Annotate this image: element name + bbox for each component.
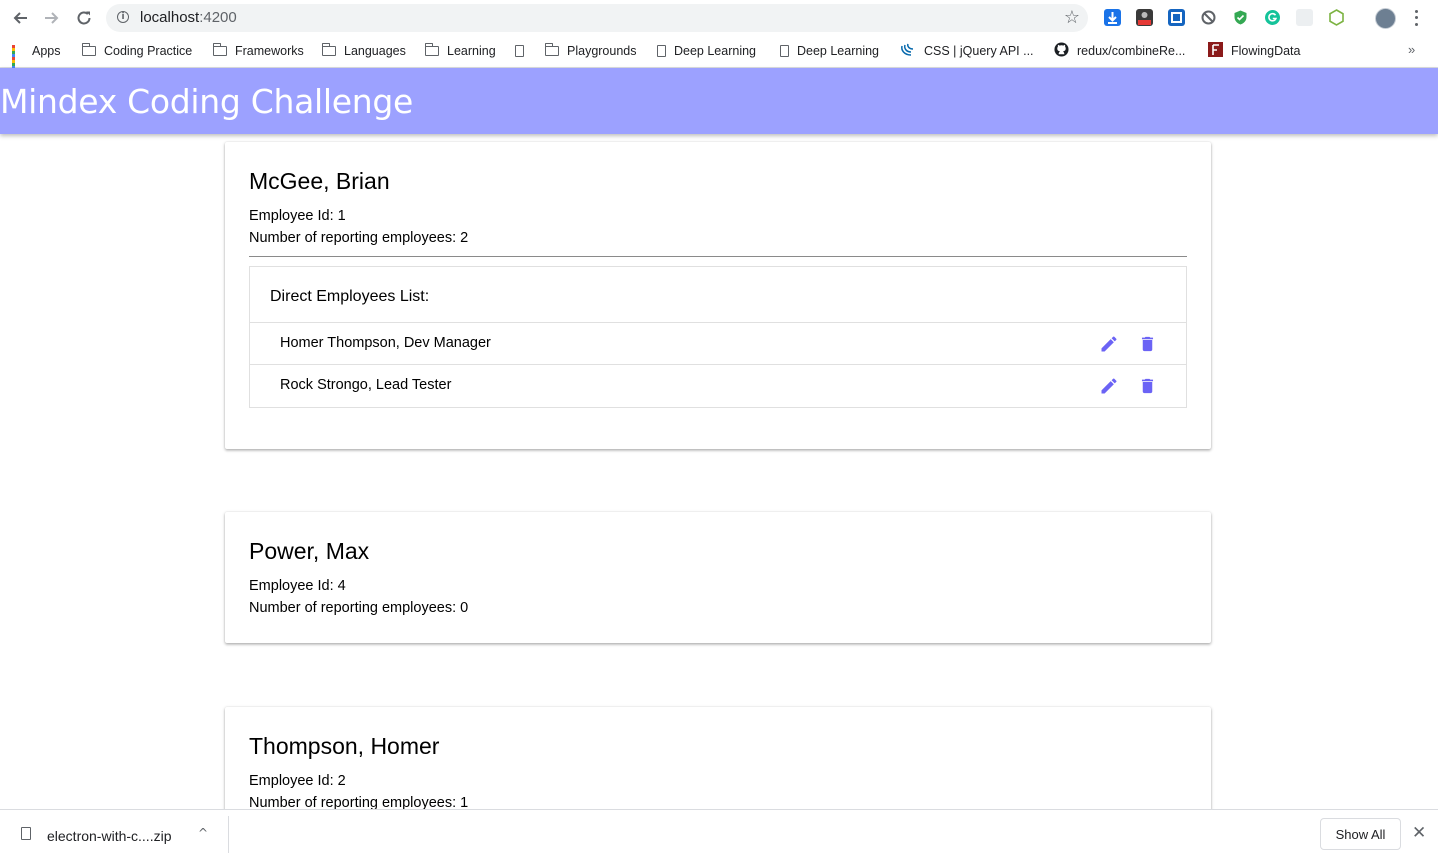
reload-icon[interactable] [72,7,96,29]
bookmark-redux[interactable]: redux/combineRe... [1054,42,1185,60]
bookmark-coding-practice[interactable]: Coding Practice [81,42,193,60]
folder-icon [424,43,439,56]
download-extension-icon[interactable] [1104,9,1121,26]
bookmark-label: Frameworks [235,44,304,58]
employee-name: McGee, Brian [249,168,390,194]
employee-card: Power, Max Employee Id: 4 Number of repo… [225,512,1211,643]
direct-reports-list: Direct Employees List: Homer Thompson, D… [249,266,1187,408]
nodejs-extension-icon[interactable] [1328,9,1345,26]
delete-trash-icon[interactable] [1136,375,1158,397]
folder-icon [81,43,96,56]
employee-id: Employee Id: 4 [249,578,346,594]
file-icon [21,827,31,840]
bookmarks-overflow-icon[interactable]: » [1408,42,1415,57]
bookmark-learning[interactable]: Learning [424,42,496,60]
show-all-button[interactable]: Show All [1320,818,1401,850]
list-item: Homer Thompson, Dev Manager [250,323,1186,365]
pocket-extension-icon[interactable] [1168,9,1185,26]
bookmark-label: Apps [32,44,61,58]
bookmark-star-icon[interactable]: ☆ [1064,7,1080,28]
download-shelf: electron-with-c....zip ^ Show All ✕ [0,809,1438,859]
employee-name: Thompson, Homer [249,733,440,759]
address-url: localhost:4200 [140,9,237,26]
bookmark-label: CSS | jQuery API ... [924,44,1034,58]
edit-pencil-icon[interactable] [1098,375,1120,397]
employee-id: Employee Id: 2 [249,773,346,789]
bookmark-label: Languages [344,44,406,58]
bookmark-frameworks[interactable]: Frameworks [212,42,304,60]
profile-avatar[interactable] [1375,8,1396,29]
bookmark-label: Deep Learning [674,44,757,58]
folder-icon [321,43,336,56]
bookmark-apps[interactable]: Apps [12,42,61,72]
bookmark-label: Deep Learning [797,44,880,58]
card-divider [249,256,1187,257]
page-icon [657,45,666,57]
chevron-up-icon[interactable]: ^ [198,826,208,840]
bookmark-deep-learning-2[interactable]: Deep Learning [780,42,879,60]
download-file-name[interactable]: electron-with-c....zip [47,828,171,844]
bookmark-flowingdata[interactable]: FlowingData [1208,42,1300,60]
bookmark-untitled-page[interactable] [515,42,532,60]
bookmarks-bar: Apps Coding Practice Frameworks Language… [0,36,1438,72]
address-bar[interactable]: i localhost:4200 ☆ [106,4,1088,32]
block-extension-icon[interactable] [1200,9,1217,26]
direct-reports-title: Direct Employees List: [250,267,1186,323]
bookmark-css-jquery[interactable]: CSS | jQuery API ... [900,42,1034,60]
folder-icon [544,43,559,56]
delete-trash-icon[interactable] [1136,333,1158,355]
grammarly-extension-icon[interactable] [1264,9,1281,26]
back-arrow-icon[interactable] [8,7,32,29]
close-icon[interactable]: ✕ [1412,823,1426,843]
bookmark-label: Coding Practice [104,44,193,58]
app-header: Mindex Coding Challenge [0,68,1438,134]
bookmark-deep-learning-1[interactable]: Deep Learning [657,42,756,60]
bookmark-label: Playgrounds [567,44,637,58]
folder-icon [212,43,227,56]
employee-card: McGee, Brian Employee Id: 1 Number of re… [225,142,1211,449]
apps-icon [12,45,24,72]
browser-toolbar: i localhost:4200 ☆ [0,0,1438,36]
page-icon [515,45,524,57]
app-title: Mindex Coding Challenge [0,82,414,121]
bookmark-label: redux/combineRe... [1077,44,1186,58]
shelf-separator [228,816,229,853]
direct-report-label: Homer Thompson, Dev Manager [280,335,491,351]
employee-id: Employee Id: 1 [249,208,346,224]
bookmark-label: Learning [447,44,496,58]
github-icon [1054,42,1069,60]
page-icon [780,45,789,57]
direct-report-label: Rock Strongo, Lead Tester [280,377,452,393]
jquery-icon [900,43,916,60]
reporting-count: Number of reporting employees: 0 [249,600,469,616]
list-item: Rock Strongo, Lead Tester [250,365,1186,407]
employee-name: Power, Max [249,538,370,564]
edit-pencil-icon[interactable] [1098,333,1120,355]
off-extension-icon[interactable] [1136,9,1153,26]
browser-menu-icon[interactable] [1411,8,1421,28]
flowingdata-icon [1208,42,1223,60]
reporting-count: Number of reporting employees: 2 [249,230,469,246]
bookmark-label: FlowingData [1231,44,1301,58]
forward-arrow-icon[interactable] [40,7,64,29]
bookmark-languages[interactable]: Languages [321,42,406,60]
grey-extension-icon[interactable] [1296,9,1313,26]
bookmark-playgrounds[interactable]: Playgrounds [544,42,637,60]
site-info-icon[interactable]: i [117,11,129,23]
shield-extension-icon[interactable] [1232,9,1249,26]
